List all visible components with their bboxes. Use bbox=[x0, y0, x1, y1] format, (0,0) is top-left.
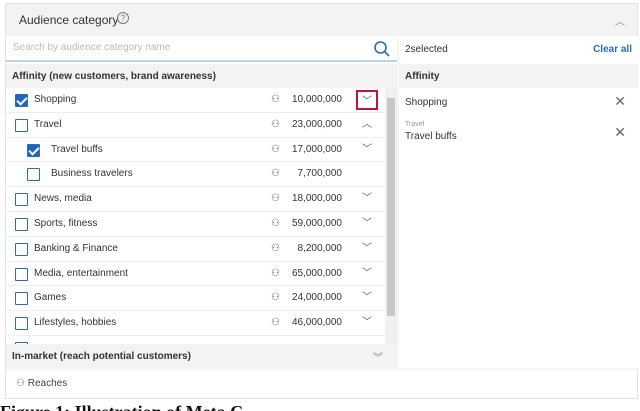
category-label: Media, entertainment bbox=[34, 267, 128, 279]
category-label: Business travelers bbox=[51, 168, 133, 180]
chevron-down-icon[interactable]: ﹀ bbox=[356, 264, 378, 284]
selected-item-parent: Travel bbox=[405, 121, 425, 128]
category-row[interactable]: Business travelers ⚇ 7,700,000 bbox=[6, 162, 386, 188]
category-row[interactable]: Games ⚇ 24,000,000 ﹀ bbox=[6, 286, 386, 312]
selected-pane: 2selected Clear all Affinity Shopping ✕ … bbox=[399, 36, 638, 368]
chevron-down-icon[interactable]: ﹀ bbox=[356, 90, 378, 110]
reach-value: 10,000,000 bbox=[291, 94, 342, 105]
people-icon: ⚇ bbox=[271, 242, 280, 254]
reach-value: 18,000,000 bbox=[291, 193, 342, 205]
reach-value: 7,700,000 bbox=[297, 168, 343, 180]
clear-all-link[interactable]: Clear all bbox=[593, 44, 632, 55]
people-icon: ⚇ bbox=[271, 292, 280, 304]
category-row[interactable]: Banking & Finance ⚇ 8,200,000 ﹀ bbox=[6, 237, 386, 262]
category-label: Lifestyles, hobbies bbox=[34, 317, 117, 329]
people-icon: ⚇ bbox=[271, 143, 280, 155]
people-icon: ⚇ bbox=[271, 317, 280, 329]
people-icon: ⚇ bbox=[16, 378, 25, 389]
reach-value: 8,200,000 bbox=[297, 242, 343, 254]
category-row[interactable]: Sports, fitness ⚇ 59,000,000 ﹀ bbox=[6, 212, 386, 237]
selected-item-label: Shopping bbox=[405, 97, 448, 108]
chevron-down-icon[interactable]: ﹀ bbox=[356, 140, 378, 160]
checkbox[interactable] bbox=[15, 217, 28, 231]
panel-title: Audience category bbox=[19, 13, 119, 27]
figure-caption: Figure 1: Illustration of Meta C bbox=[0, 401, 243, 411]
category-row[interactable]: News, media ⚇ 18,000,000 ﹀ bbox=[6, 187, 386, 212]
reaches-footer: ⚇ Reaches bbox=[6, 370, 637, 398]
reaches-label: Reaches bbox=[27, 378, 68, 389]
selected-item-label: Travel buffs bbox=[405, 131, 457, 142]
people-icon: ⚇ bbox=[271, 118, 280, 130]
selected-item: Shopping ✕ bbox=[399, 88, 638, 116]
section-affinity: Affinity (new customers, brand awareness… bbox=[6, 64, 397, 88]
section-in-market[interactable]: In-market (reach potential customers) ︾ bbox=[6, 344, 397, 368]
category-label: Travel bbox=[34, 118, 62, 130]
checkbox[interactable] bbox=[15, 292, 28, 306]
section-in-market-label: In-market (reach potential customers) bbox=[12, 351, 191, 362]
people-icon: ⚇ bbox=[271, 267, 280, 279]
category-list-pane: Affinity (new customers, brand awareness… bbox=[6, 36, 397, 368]
search-input[interactable] bbox=[13, 42, 353, 53]
people-icon: ⚇ bbox=[271, 217, 280, 229]
category-label: Banking & Finance bbox=[34, 242, 118, 254]
category-row[interactable]: Lifestyles, hobbies ⚇ 46,000,000 ﹀ bbox=[6, 311, 386, 336]
reach-value: 46,000,000 bbox=[291, 317, 342, 329]
chevron-up-icon[interactable]: ︿ bbox=[615, 13, 625, 28]
chevron-down-icon[interactable]: ﹀ bbox=[356, 239, 378, 259]
checkbox[interactable] bbox=[15, 118, 28, 132]
scrollbar[interactable] bbox=[385, 88, 397, 344]
selected-count: 2selected bbox=[405, 44, 448, 55]
reach-value: 17,000,000 bbox=[291, 143, 342, 155]
category-label: Sports, fitness bbox=[34, 217, 98, 229]
scrollbar-thumb[interactable] bbox=[387, 98, 395, 316]
category-label: Shopping bbox=[34, 94, 77, 105]
question-circle-icon[interactable]: ? bbox=[117, 12, 129, 24]
checkbox[interactable] bbox=[15, 94, 28, 107]
people-icon: ⚇ bbox=[271, 94, 280, 105]
reach-value: 24,000,000 bbox=[291, 292, 342, 304]
category-row-partial[interactable] bbox=[6, 336, 386, 344]
people-icon: ⚇ bbox=[271, 193, 280, 205]
category-label: Games bbox=[34, 292, 67, 304]
panel-header[interactable]: Audience category ? ︿ bbox=[6, 4, 637, 36]
chevron-down-icon[interactable]: ﹀ bbox=[356, 313, 378, 333]
selected-item: Travel Travel buffs ✕ bbox=[399, 118, 638, 148]
chevron-down-icon[interactable]: ﹀ bbox=[356, 214, 378, 234]
audience-category-panel: Audience category ? ︿ Affinity (new cust… bbox=[5, 3, 638, 399]
category-row[interactable]: Media, entertainment ⚇ 65,000,000 ﹀ bbox=[6, 262, 386, 287]
close-icon[interactable]: ✕ bbox=[614, 124, 626, 141]
checkbox[interactable] bbox=[15, 267, 28, 281]
category-rows: Shopping ⚇ 10,000,000 ﹀ Travel ⚇ 23,000,… bbox=[6, 88, 386, 344]
checkbox[interactable] bbox=[27, 143, 40, 157]
checkbox[interactable] bbox=[15, 193, 28, 207]
search-box[interactable] bbox=[6, 36, 397, 62]
checkbox[interactable] bbox=[27, 168, 40, 182]
close-icon[interactable]: ✕ bbox=[614, 93, 626, 110]
category-label: Travel buffs bbox=[51, 143, 103, 155]
double-chevron-down-icon[interactable]: ︾ bbox=[373, 349, 383, 364]
chevron-up-icon[interactable]: ︿ bbox=[356, 115, 378, 135]
people-icon: ⚇ bbox=[271, 168, 280, 180]
search-icon[interactable] bbox=[373, 40, 391, 58]
category-row[interactable]: Travel ⚇ 23,000,000 ︿ bbox=[6, 113, 386, 138]
checkbox[interactable] bbox=[15, 242, 28, 256]
selected-header: 2selected Clear all bbox=[399, 36, 638, 62]
category-row[interactable]: Shopping ⚇ 10,000,000 ﹀ bbox=[6, 88, 386, 113]
category-row[interactable]: Travel buffs ⚇ 17,000,000 ﹀ bbox=[6, 138, 386, 163]
reach-value: 23,000,000 bbox=[291, 118, 342, 130]
reach-value: 65,000,000 bbox=[291, 267, 342, 279]
chevron-down-icon[interactable]: ﹀ bbox=[356, 189, 378, 209]
checkbox[interactable] bbox=[15, 317, 28, 331]
category-label: News, media bbox=[34, 193, 92, 205]
chevron-down-icon[interactable]: ﹀ bbox=[356, 288, 378, 308]
reach-value: 59,000,000 bbox=[291, 217, 342, 229]
selected-group-affinity: Affinity bbox=[399, 64, 638, 88]
